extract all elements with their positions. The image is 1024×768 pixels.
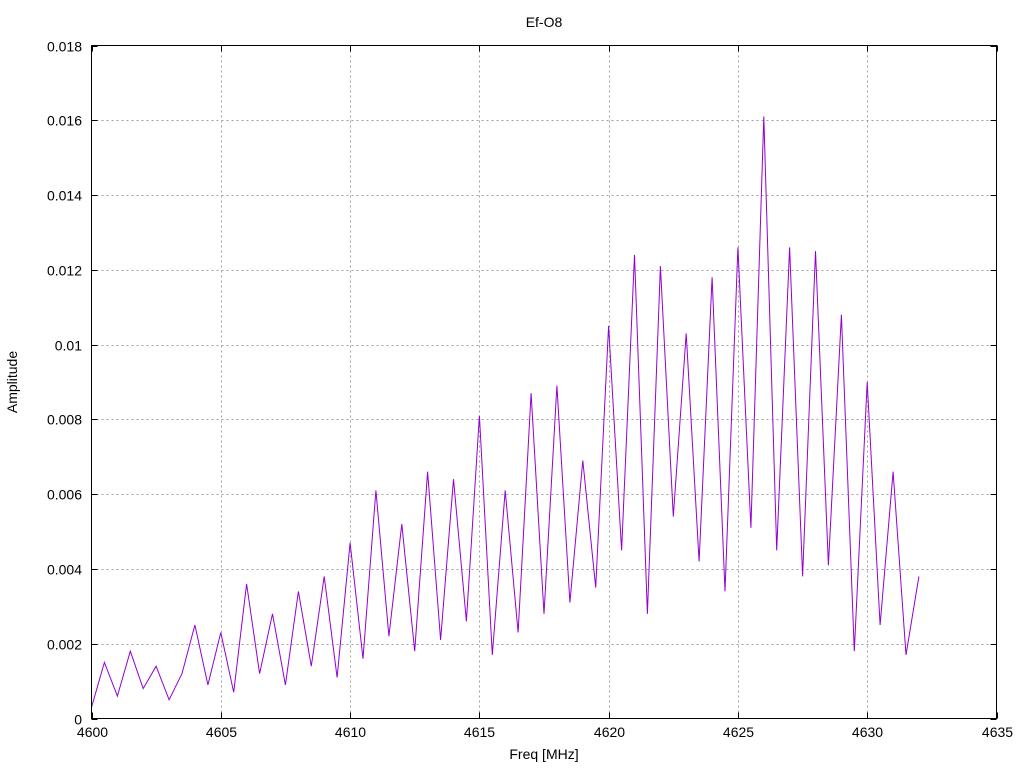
series-line — [91, 116, 920, 708]
y-axis-label: Amplitude — [4, 351, 20, 413]
x-tick-label: 4615 — [464, 724, 495, 740]
x-tick-label: 4630 — [852, 724, 883, 740]
y-tick-label: 0.014 — [47, 188, 82, 204]
x-tick-label: 4610 — [335, 724, 366, 740]
x-tick-label: 4625 — [723, 724, 754, 740]
plot-frame — [91, 45, 997, 719]
x-tick-label: 4620 — [594, 724, 625, 740]
y-tick-label: 0.004 — [47, 562, 82, 578]
y-tick-label: 0.008 — [47, 412, 82, 428]
x-tick-label: 4605 — [206, 724, 237, 740]
x-axis-label: Freq [MHz] — [509, 746, 578, 762]
y-tick-label: 0 — [74, 712, 82, 728]
chart-title: Ef-O8 — [526, 14, 563, 30]
chart-canvas: 4600 4605 4610 4615 4620 4625 4630 463500.0020.… — [4, 14, 1013, 762]
y-tick-label: 0.012 — [47, 263, 82, 279]
y-tick-label: 0.018 — [47, 39, 82, 55]
grid — [91, 45, 997, 719]
axis-ticks — [91, 45, 998, 720]
series-layer — [91, 116, 920, 708]
y-tick-label: 0.006 — [47, 487, 82, 503]
x-tick-label: 4635 — [982, 724, 1013, 740]
y-tick-label: 0.016 — [47, 113, 82, 129]
y-tick-label: 0.01 — [55, 338, 82, 354]
y-tick-label: 0.002 — [47, 637, 82, 653]
